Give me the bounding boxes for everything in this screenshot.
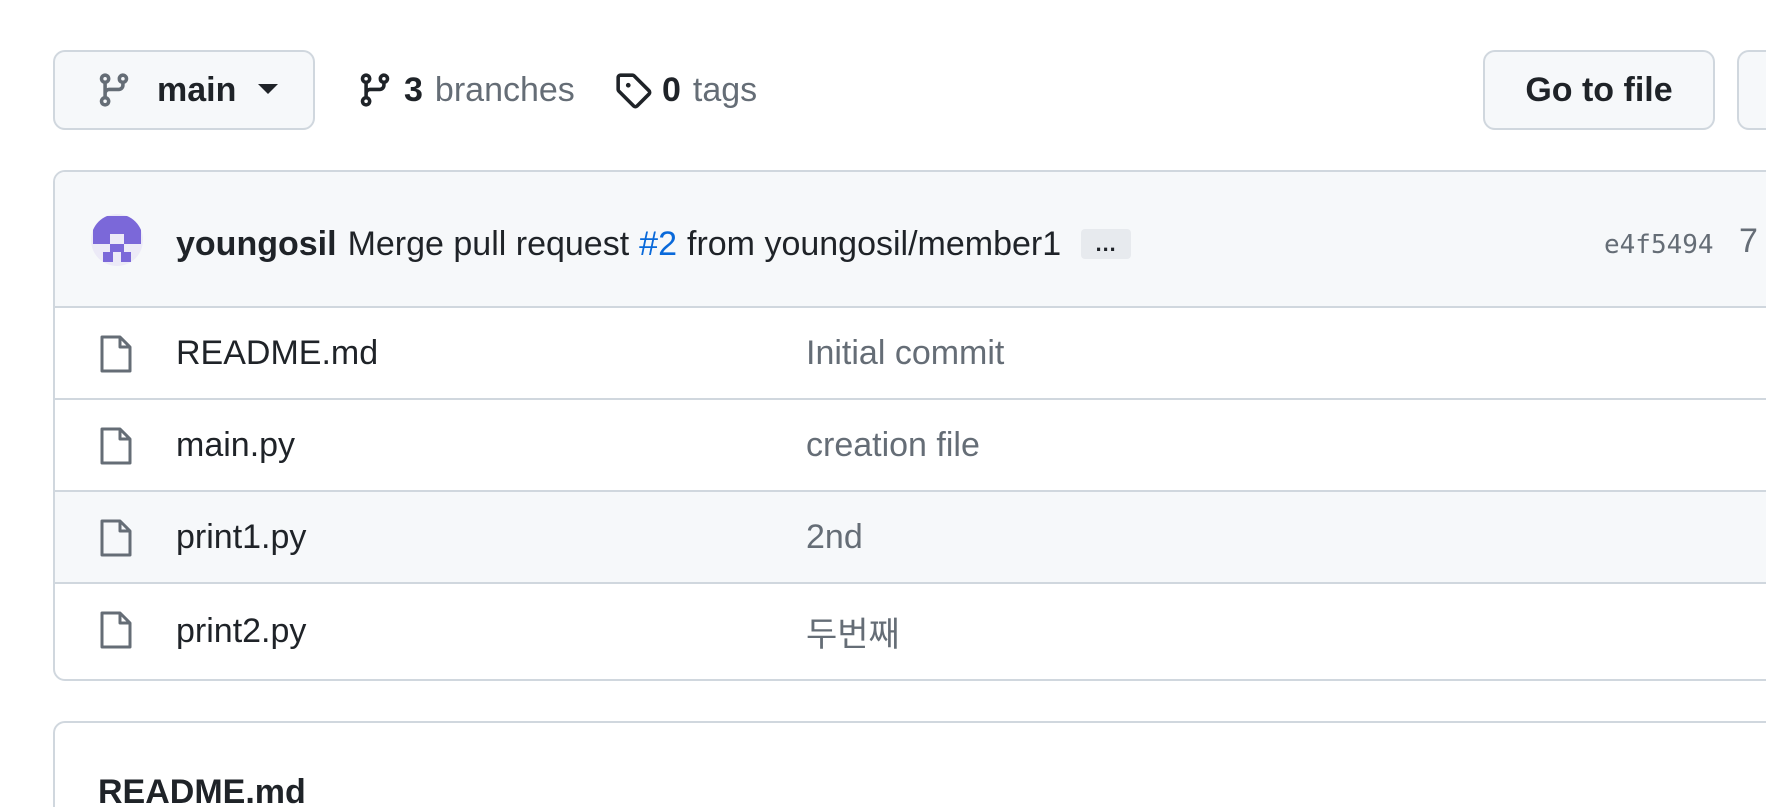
file-rows: README.md Initial commit main.py creatio… — [55, 308, 1766, 678]
table-row[interactable]: print1.py 2nd — [55, 492, 1766, 584]
commit-time: 7 — [1739, 222, 1758, 260]
readme-panel: README.md — [53, 721, 1766, 807]
file-name-link[interactable]: main.py — [176, 426, 295, 465]
file-commit-message-link[interactable]: Initial commit — [806, 334, 1004, 373]
table-row[interactable]: main.py creation file — [55, 400, 1766, 492]
file-icon — [99, 334, 133, 374]
table-row[interactable]: print2.py 두번째 — [55, 584, 1766, 678]
branch-select-button[interactable]: main — [53, 50, 315, 130]
branches-link[interactable]: 3 branches — [356, 68, 575, 112]
branches-count: 3 — [404, 70, 423, 109]
branches-label: branches — [434, 70, 575, 109]
add-file-button[interactable] — [1737, 50, 1766, 130]
file-commit-message-link[interactable]: 두번째 — [806, 607, 900, 656]
branch-name: main — [157, 70, 237, 109]
file-commit-message-link[interactable]: 2nd — [806, 518, 863, 557]
tags-count: 0 — [662, 70, 681, 109]
avatar[interactable] — [91, 214, 143, 266]
pull-request-link[interactable]: #2 — [639, 225, 677, 264]
commit-summary: youngosil Merge pull request #2 from you… — [176, 222, 1132, 266]
commit-author-link[interactable]: youngosil — [176, 225, 337, 264]
readme-title[interactable]: README.md — [98, 773, 306, 807]
table-row[interactable]: README.md Initial commit — [55, 308, 1766, 400]
file-commit-message-link[interactable]: creation file — [806, 426, 980, 465]
file-name-link[interactable]: print1.py — [176, 518, 306, 557]
go-to-file-button[interactable]: Go to file — [1483, 50, 1715, 130]
repo-code-page: main 3 branches 0 tags Go to file youngo… — [0, 0, 1766, 807]
commit-message-link[interactable]: Merge pull request — [348, 225, 630, 264]
file-icon — [99, 426, 133, 466]
file-name-link[interactable]: print2.py — [176, 612, 306, 651]
file-listing: youngosil Merge pull request #2 from you… — [53, 170, 1766, 681]
git-branch-icon — [95, 70, 133, 110]
file-icon — [99, 610, 133, 650]
tag-icon — [614, 70, 652, 110]
commit-sha-link[interactable]: e4f5494 — [1604, 230, 1714, 260]
tags-link[interactable]: 0 tags — [614, 68, 757, 112]
expand-commit-message-button[interactable]: … — [1081, 229, 1132, 259]
file-icon — [99, 518, 133, 558]
tags-label: tags — [692, 70, 758, 109]
file-name-link[interactable]: README.md — [176, 334, 378, 373]
commit-message-suffix[interactable]: from youngosil/member1 — [687, 225, 1061, 264]
latest-commit-bar: youngosil Merge pull request #2 from you… — [55, 172, 1766, 308]
caret-down-icon — [258, 84, 279, 96]
git-branch-icon — [356, 70, 394, 110]
